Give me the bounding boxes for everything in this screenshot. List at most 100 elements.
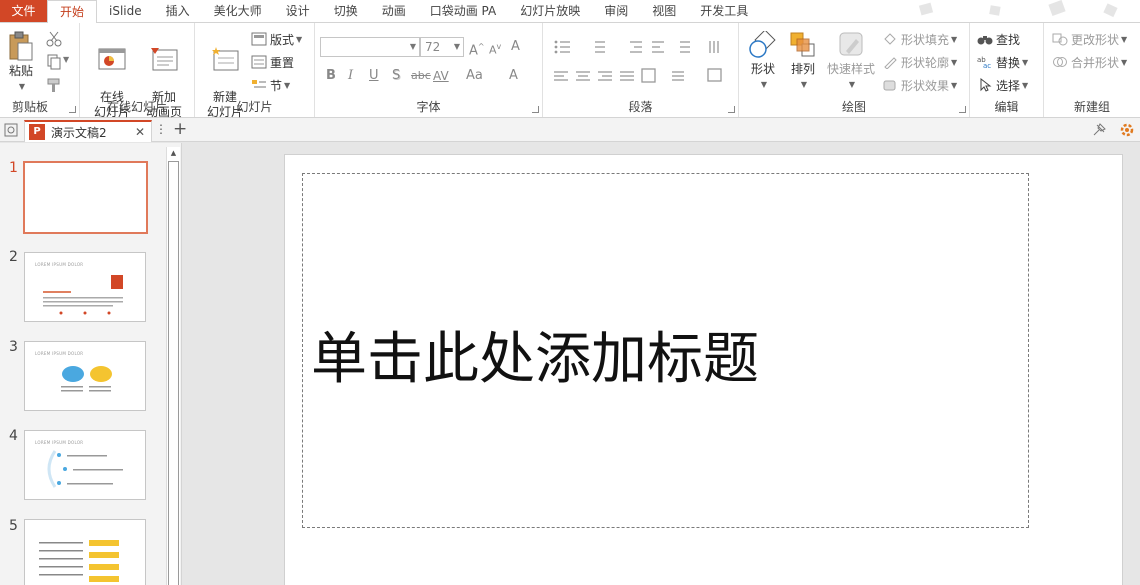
svg-text:ac: ac	[983, 62, 991, 69]
group-label: 字体	[416, 100, 441, 114]
title-placeholder[interactable]: 单击此处添加标题	[302, 173, 1029, 528]
scrollbar-thumb[interactable]	[168, 161, 179, 585]
arrange-button[interactable]: 排列 ▼	[785, 31, 821, 92]
strikethrough-button[interactable]: abc	[411, 66, 431, 86]
change-shape-icon	[1052, 33, 1068, 46]
shadow-button[interactable]: S	[392, 66, 400, 86]
chevron-down-icon: ▼	[63, 55, 70, 64]
reset-button[interactable]: 重置	[251, 52, 294, 72]
document-name: 演示文稿2	[51, 125, 107, 140]
thumbnail-scrollbar[interactable]: ▲	[166, 147, 180, 585]
group-label: 新建组	[1073, 100, 1110, 114]
online-slide-icon	[98, 48, 126, 70]
tab-design[interactable]: 设计	[274, 0, 322, 22]
title-placeholder-text[interactable]: 单击此处添加标题	[311, 314, 759, 395]
chevron-down-icon: ▼	[409, 42, 417, 51]
slide-editor: 单击此处添加标题	[183, 143, 1140, 585]
merge-shapes-button[interactable]: 合并形状 ▼	[1052, 52, 1127, 72]
group-label: 段落	[628, 100, 653, 114]
font-name-combo[interactable]: ▼	[320, 37, 420, 57]
close-icon[interactable]: ✕	[135, 125, 145, 139]
binoculars-icon	[977, 36, 993, 45]
slide-number: 5	[9, 518, 18, 534]
find-button[interactable]: 查找	[977, 29, 1020, 49]
tab-animations[interactable]: 动画	[370, 0, 418, 22]
group-clipboard: 粘贴 ▼ ▼ 剪贴板	[0, 23, 80, 117]
tab-insert[interactable]: 插入	[154, 0, 202, 22]
pin-icon[interactable]	[1091, 122, 1107, 138]
slide-thumbnail-5[interactable]	[24, 519, 146, 585]
section-button[interactable]: 节 ▼	[251, 75, 290, 95]
panel-toggle-icon[interactable]	[4, 123, 18, 137]
chevron-down-icon: ▼	[453, 42, 461, 51]
bold-button[interactable]: B	[326, 66, 336, 86]
slide-number: 1	[9, 160, 18, 176]
replace-button[interactable]: ab ac 替换 ▼	[977, 52, 1028, 72]
font-size-combo[interactable]: 72 ▼	[420, 37, 464, 57]
group-label: 剪贴板	[12, 100, 49, 114]
paste-icon	[9, 31, 33, 61]
shapes-button[interactable]: 形状 ▼	[745, 31, 781, 92]
tab-slideshow[interactable]: 幻灯片放映	[508, 0, 592, 22]
italic-button[interactable]: I	[348, 66, 353, 86]
replace-icon: abac	[977, 56, 991, 69]
dialog-launcher-icon[interactable]	[532, 106, 539, 113]
dialog-launcher-icon[interactable]	[959, 106, 966, 113]
slide-number: 2	[9, 249, 18, 265]
copy-icon[interactable]	[46, 54, 62, 70]
tab-home[interactable]: 开始	[47, 0, 98, 23]
slide-thumbnail-pane: 1 2 LOREM IPSUM DOLOR 3 LOREM IPSUM DOLO…	[0, 143, 182, 585]
document-tab-bar: P 演示文稿2 ✕ ⋮ +	[0, 118, 1140, 142]
clear-format-icon[interactable]: A	[511, 37, 520, 57]
tab-beautify[interactable]: 美化大师	[202, 0, 274, 22]
format-painter-icon[interactable]	[46, 77, 62, 93]
paragraph-controls[interactable]	[550, 38, 730, 98]
more-options-icon[interactable]: ⋮	[155, 122, 167, 136]
paste-button[interactable]: 粘贴 ▼	[4, 31, 38, 94]
tab-islide[interactable]: iSlide	[97, 0, 154, 22]
shape-fill-button[interactable]: 形状填充 ▼	[882, 29, 957, 49]
underline-button[interactable]: U	[369, 66, 379, 86]
grow-font-icon[interactable]: A^	[469, 37, 485, 58]
group-editing: 查找 ab ac 替换 ▼ 选择 ▼ 编辑	[970, 23, 1044, 117]
shape-effects-button[interactable]: 形状效果 ▼	[882, 75, 957, 95]
document-tab[interactable]: P 演示文稿2 ✕	[24, 120, 152, 142]
ribbon: 粘贴 ▼ ▼ 剪贴板 在线 幻灯片 新加 动画页 在线幻灯片 新建 幻灯片 版式…	[0, 22, 1140, 119]
tab-review[interactable]: 审阅	[592, 0, 640, 22]
tab-file[interactable]: 文件	[0, 0, 47, 22]
settings-gear-icon[interactable]	[1119, 122, 1135, 138]
section-icon	[252, 80, 266, 88]
dialog-launcher-icon[interactable]	[69, 106, 76, 113]
thumbnail-preview	[61, 366, 112, 392]
character-spacing-button[interactable]: AV	[433, 66, 449, 86]
quick-styles-button[interactable]: 快速样式 ▼	[825, 31, 877, 92]
slide-thumbnail-2[interactable]: LOREM IPSUM DOLOR	[24, 252, 146, 322]
shapes-icon	[749, 31, 776, 58]
font-color-button[interactable]: A	[509, 66, 518, 86]
menu-bar: 文件 开始 iSlide 插入 美化大师 设计 切换 动画 口袋动画 PA 幻灯…	[0, 0, 1140, 23]
group-paragraph: 段落	[543, 23, 739, 117]
slide-thumbnail-3[interactable]: LOREM IPSUM DOLOR	[24, 341, 146, 411]
layout-button[interactable]: 版式 ▼	[251, 29, 302, 49]
dialog-launcher-icon[interactable]	[728, 106, 735, 113]
tab-developer[interactable]: 开发工具	[688, 0, 760, 22]
shrink-font-icon[interactable]: Av	[489, 37, 501, 57]
slide-thumbnail-1[interactable]	[23, 161, 148, 234]
reset-icon	[251, 55, 267, 69]
layout-icon	[251, 32, 267, 46]
shape-outline-button[interactable]: 形状轮廓 ▼	[882, 52, 957, 72]
arrange-icon	[790, 32, 815, 57]
change-case-button[interactable]: Aa	[466, 66, 483, 86]
slide-thumbnail-4[interactable]: LOREM IPSUM DOLOR	[24, 430, 146, 500]
slide-canvas[interactable]: 单击此处添加标题	[284, 154, 1123, 585]
scroll-up-arrow-icon[interactable]: ▲	[167, 147, 180, 159]
cut-icon[interactable]	[46, 31, 62, 47]
tab-view[interactable]: 视图	[640, 0, 688, 22]
change-shape-button[interactable]: 更改形状 ▼	[1052, 29, 1127, 49]
tab-pocket-animation[interactable]: 口袋动画 PA	[418, 0, 509, 22]
quick-styles-icon	[839, 32, 863, 56]
powerpoint-file-icon: P	[29, 124, 45, 140]
add-tab-icon[interactable]: +	[173, 119, 187, 139]
select-button[interactable]: 选择 ▼	[977, 75, 1028, 95]
tab-transitions[interactable]: 切换	[322, 0, 370, 22]
